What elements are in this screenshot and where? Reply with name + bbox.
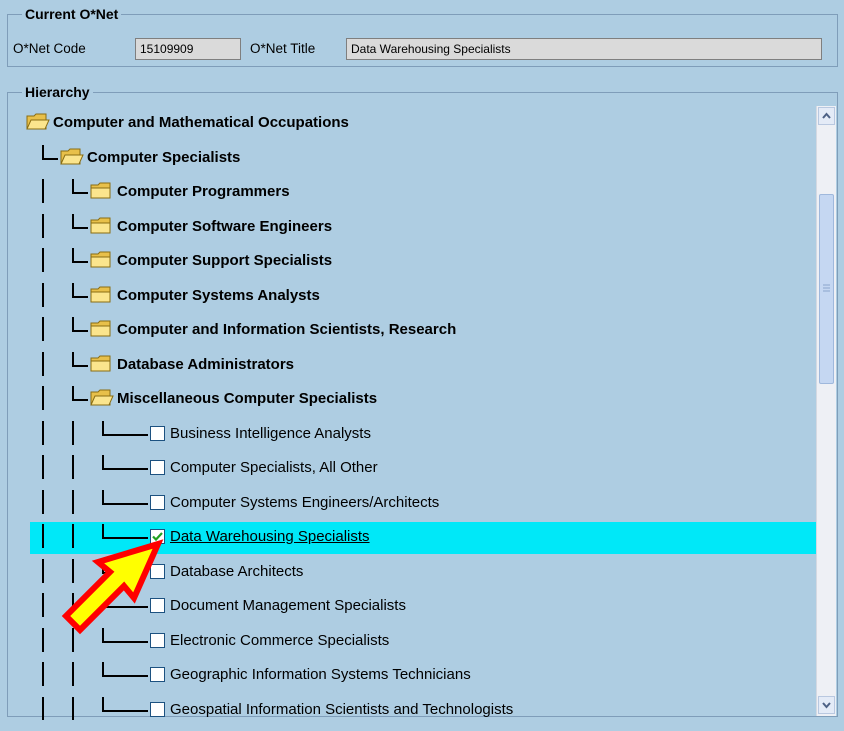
checkbox-icon[interactable] [150, 701, 165, 717]
tree-guide-line [42, 179, 44, 203]
folder-icon[interactable] [90, 285, 114, 310]
tree-guide-line [42, 248, 44, 272]
tree-guide-line [42, 386, 44, 410]
tree-item-label[interactable]: Electronic Commerce Specialists [170, 631, 389, 651]
tree-item-label[interactable]: Computer Systems Engineers/Architects [170, 493, 439, 513]
tree-guide-line [42, 524, 44, 548]
onet-title-label: O*Net Title [250, 41, 316, 56]
tree-guide-line [42, 593, 44, 617]
scroll-thumb[interactable] [819, 194, 834, 384]
tree-item-label[interactable]: Computer Specialists [87, 148, 240, 168]
folder-icon[interactable] [90, 216, 114, 241]
onet-code-label: O*Net Code [13, 41, 86, 56]
checkbox-icon[interactable] [150, 494, 165, 510]
tree-guide-line [72, 455, 74, 479]
scroll-down-icon[interactable] [818, 696, 835, 714]
tree-connector [102, 662, 148, 677]
folder-icon[interactable] [90, 250, 114, 275]
tree-item-label[interactable]: Geographic Information Systems Technicia… [170, 665, 471, 685]
tree-guide-line [42, 213, 44, 238]
tree-connector [72, 282, 88, 298]
tree-guide-line [72, 420, 74, 445]
tree-guide-line [42, 696, 44, 720]
tree-scrollbar[interactable] [816, 106, 836, 716]
tree-connector [72, 386, 88, 401]
onet-title-field[interactable]: Data Warehousing Specialists [346, 38, 822, 60]
checkbox-icon[interactable] [150, 460, 165, 475]
tree-connector [102, 696, 148, 712]
onet-code-field[interactable]: 15109909 [135, 38, 241, 60]
tree-connector [72, 317, 88, 332]
tree-guide-line [42, 317, 44, 341]
tree-item-label[interactable]: Computer Software Engineers [117, 217, 332, 237]
tree-item-label[interactable]: Geospatial Information Scientists and Te… [170, 700, 513, 720]
checkbox-icon[interactable] [150, 667, 165, 682]
tree-item-label[interactable]: Computer and Information Scientists, Res… [117, 320, 456, 340]
scroll-up-icon[interactable] [818, 107, 835, 125]
tree-connector [42, 144, 58, 160]
tree-item-label[interactable]: Database Administrators [117, 355, 294, 375]
tree-item-label[interactable]: Data Warehousing Specialists [170, 527, 370, 547]
tree-connector [102, 524, 148, 539]
folder-icon[interactable] [90, 181, 114, 206]
folder-open-icon[interactable] [90, 388, 114, 413]
folder-open-icon[interactable] [60, 147, 84, 172]
tree-item-label[interactable]: Document Management Specialists [170, 596, 406, 616]
tree-connector [102, 489, 148, 505]
tree-connector [72, 351, 88, 367]
tree-guide-line [42, 489, 44, 514]
tree-guide-line [72, 489, 74, 514]
current-onet-legend: Current O*Net [22, 5, 122, 23]
tree-guide-line [72, 696, 74, 720]
tree-guide-line [42, 420, 44, 445]
tree-guide-line [42, 627, 44, 652]
tree-guide-line [72, 662, 74, 686]
tree-connector [72, 213, 88, 229]
tree-guide-line [42, 351, 44, 376]
checkbox-icon[interactable] [150, 425, 165, 441]
folder-icon[interactable] [90, 319, 114, 344]
pointer-arrow-icon [61, 539, 164, 635]
tree-item-label[interactable]: Computer Support Specialists [117, 251, 332, 271]
hierarchy-legend: Hierarchy [22, 83, 93, 101]
tree-connector [72, 248, 88, 263]
tree-connector [72, 179, 88, 194]
tree-guide-line [42, 455, 44, 479]
tree-connector [102, 420, 148, 436]
tree-guide-line [42, 282, 44, 307]
tree-guide-line [42, 558, 44, 583]
tree-item-label[interactable]: Computer and Mathematical Occupations [53, 113, 349, 133]
tree-item-label[interactable]: Computer Systems Analysts [117, 286, 320, 306]
tree-item-label[interactable]: Computer Programmers [117, 182, 290, 202]
tree-connector [102, 455, 148, 470]
folder-icon[interactable] [90, 354, 114, 379]
folder-open-icon[interactable] [26, 112, 50, 137]
tree-item-label[interactable]: Miscellaneous Computer Specialists [117, 389, 377, 409]
tree-item-label[interactable]: Business Intelligence Analysts [170, 424, 371, 444]
tree-item-label[interactable]: Database Architects [170, 562, 303, 582]
tree-guide-line [42, 662, 44, 686]
tree-item-label[interactable]: Computer Specialists, All Other [170, 458, 378, 478]
